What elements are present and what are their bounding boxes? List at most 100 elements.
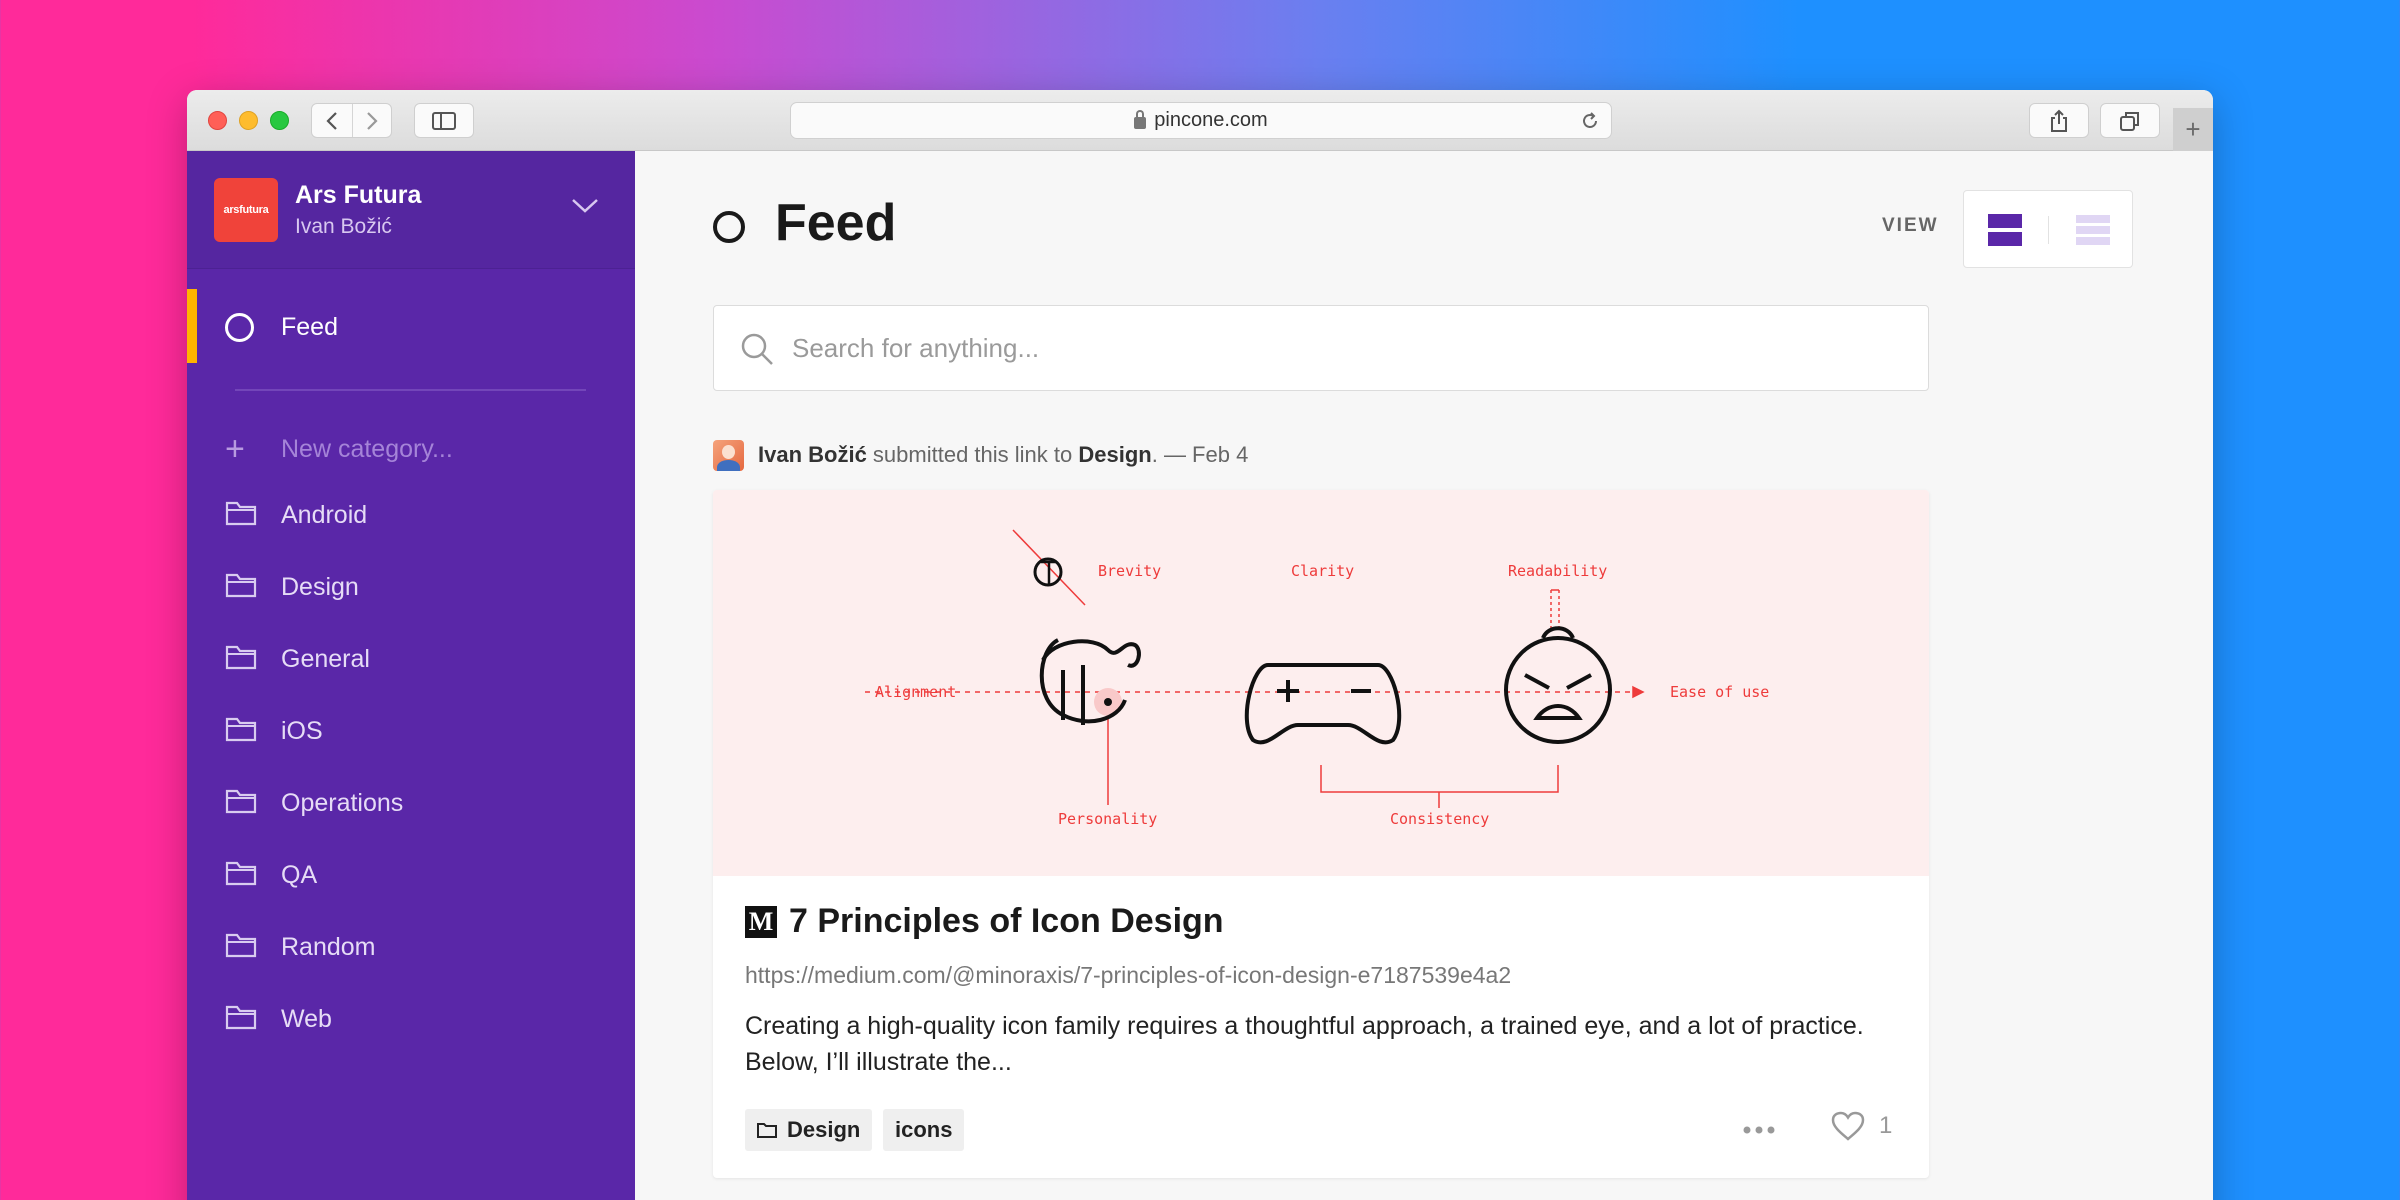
search-box [713, 305, 1929, 391]
sidebar-item-qa[interactable]: QA [225, 855, 317, 895]
post-category-link[interactable]: Design [1078, 442, 1151, 468]
browser-window: pincone.com + arsfutura Ars Futura Ivan … [187, 90, 2213, 1200]
sidebar-item-random[interactable]: Random [225, 927, 376, 967]
tag-item[interactable]: icons [883, 1109, 965, 1151]
folder-icon [757, 1122, 777, 1138]
page-title: Feed [775, 194, 897, 252]
post-url[interactable]: https://medium.com/@minoraxis/7-principl… [745, 962, 1511, 989]
post-title[interactable]: 7 Principles of Icon Design [789, 902, 1224, 941]
forward-button[interactable] [351, 104, 392, 137]
list-view-button[interactable] [2076, 215, 2110, 245]
zoom-window-button[interactable] [270, 111, 289, 130]
plus-icon: + [225, 429, 245, 468]
sidebar-icon [432, 111, 456, 130]
sidebar-item-ios[interactable]: iOS [225, 711, 323, 751]
folder-icon [225, 788, 281, 819]
tag-label: Design [787, 1117, 861, 1142]
folder-icon [225, 500, 281, 531]
share-icon [2051, 109, 2067, 132]
new-category-label: New category... [281, 434, 453, 463]
tab-overview-button[interactable] [2100, 103, 2160, 138]
org-logo: arsfutura [214, 178, 278, 242]
medium-logo-icon: M [745, 905, 777, 938]
post-action-text: submitted this link to [866, 442, 1079, 467]
chevron-right-icon [366, 111, 378, 130]
post-author[interactable]: Ivan Božić [758, 442, 867, 468]
tabs-icon [2120, 111, 2139, 131]
sidebar-item-design[interactable]: Design [225, 567, 359, 607]
search-input[interactable] [792, 328, 1892, 368]
label-brevity: Brevity [1098, 562, 1161, 580]
view-toggle-divider [2048, 216, 2049, 244]
main-content: Feed VIEW Ivan Božić submitted this link… [635, 151, 2213, 1200]
chevron-down-icon[interactable] [570, 197, 600, 215]
sidebar-item-label: Random [281, 932, 376, 961]
icon-principles-illustration: Brevity Clarity Readability Alignment Ea… [865, 529, 1769, 828]
share-button[interactable] [2029, 103, 2089, 138]
sidebar-toggle-button[interactable] [414, 103, 474, 138]
like-button[interactable]: 1 [1831, 1111, 1892, 1141]
org-name: Ars Futura [295, 181, 422, 209]
folder-icon [225, 1004, 281, 1035]
url-text: pincone.com [1154, 109, 1268, 131]
close-window-button[interactable] [208, 111, 227, 130]
like-count: 1 [1879, 1112, 1893, 1139]
tag-label: icons [895, 1117, 953, 1142]
label-readability: Readability [1508, 562, 1607, 580]
lock-icon [1134, 109, 1147, 129]
chevron-left-icon [326, 111, 337, 130]
search-icon [741, 333, 773, 365]
sidebar-item-label: General [281, 644, 370, 673]
sidebar-item-feed[interactable]: Feed [187, 289, 635, 363]
folder-icon [225, 572, 281, 603]
back-button[interactable] [312, 104, 352, 137]
org-switcher[interactable]: arsfutura Ars Futura Ivan Božić [187, 151, 635, 269]
post-date: . — Feb 4 [1151, 442, 1249, 467]
view-toggle [1963, 190, 2133, 268]
feed-circle-icon [713, 211, 745, 243]
heart-icon [1831, 1111, 1865, 1141]
post-description: Creating a high-quality icon family requ… [745, 1012, 1864, 1076]
plus-icon: + [2185, 114, 2201, 144]
sidebar-item-label: QA [281, 860, 318, 889]
sidebar: arsfutura Ars Futura Ivan Božić Feed + N… [187, 151, 635, 1200]
folder-icon [225, 716, 281, 747]
view-label: VIEW [1882, 215, 1939, 236]
minimize-window-button[interactable] [239, 111, 258, 130]
sidebar-item-label: Operations [281, 788, 404, 817]
sidebar-item-label: Feed [281, 313, 338, 341]
sidebar-item-operations[interactable]: Operations [225, 783, 403, 823]
label-personality: Personality [1058, 810, 1157, 828]
folder-icon [225, 932, 281, 963]
sidebar-item-label: Android [281, 500, 368, 529]
reload-icon[interactable] [1579, 110, 1601, 132]
card-view-button[interactable] [1988, 214, 2022, 246]
more-options-icon[interactable] [1741, 1112, 1777, 1148]
new-category-button[interactable]: + New category... [225, 429, 453, 469]
sidebar-item-general[interactable]: General [225, 639, 370, 679]
user-name: Ivan Božić [295, 215, 392, 238]
sidebar-item-android[interactable]: Android [225, 495, 367, 535]
post-meta: Ivan Božić submitted this link to Design… [713, 438, 1248, 472]
label-clarity: Clarity [1291, 562, 1354, 580]
post-title-row: M 7 Principles of Icon Design [745, 902, 1224, 941]
post-card: Brevity Clarity Readability Alignment Ea… [713, 490, 1929, 1178]
label-alignment: Alignment [875, 683, 956, 701]
label-consistency: Consistency [1390, 810, 1489, 828]
post-preview-image[interactable]: Brevity Clarity Readability Alignment Ea… [713, 490, 1929, 876]
sidebar-item-label: iOS [281, 716, 323, 745]
folder-icon [225, 860, 281, 891]
navigation-buttons [311, 103, 392, 138]
folder-icon [225, 644, 281, 675]
new-tab-button[interactable]: + [2173, 108, 2213, 151]
address-bar[interactable]: pincone.com [790, 102, 1612, 139]
sidebar-item-label: Web [281, 1004, 332, 1033]
browser-titlebar: pincone.com + [187, 90, 2213, 151]
label-ease-of-use: Ease of use [1670, 683, 1769, 701]
sidebar-item-web[interactable]: Web [225, 999, 332, 1039]
avatar[interactable] [713, 439, 744, 471]
sidebar-divider [235, 389, 586, 391]
sidebar-item-label: Design [281, 572, 359, 601]
tag-category[interactable]: Design [745, 1109, 873, 1151]
feed-circle-icon [225, 313, 254, 342]
